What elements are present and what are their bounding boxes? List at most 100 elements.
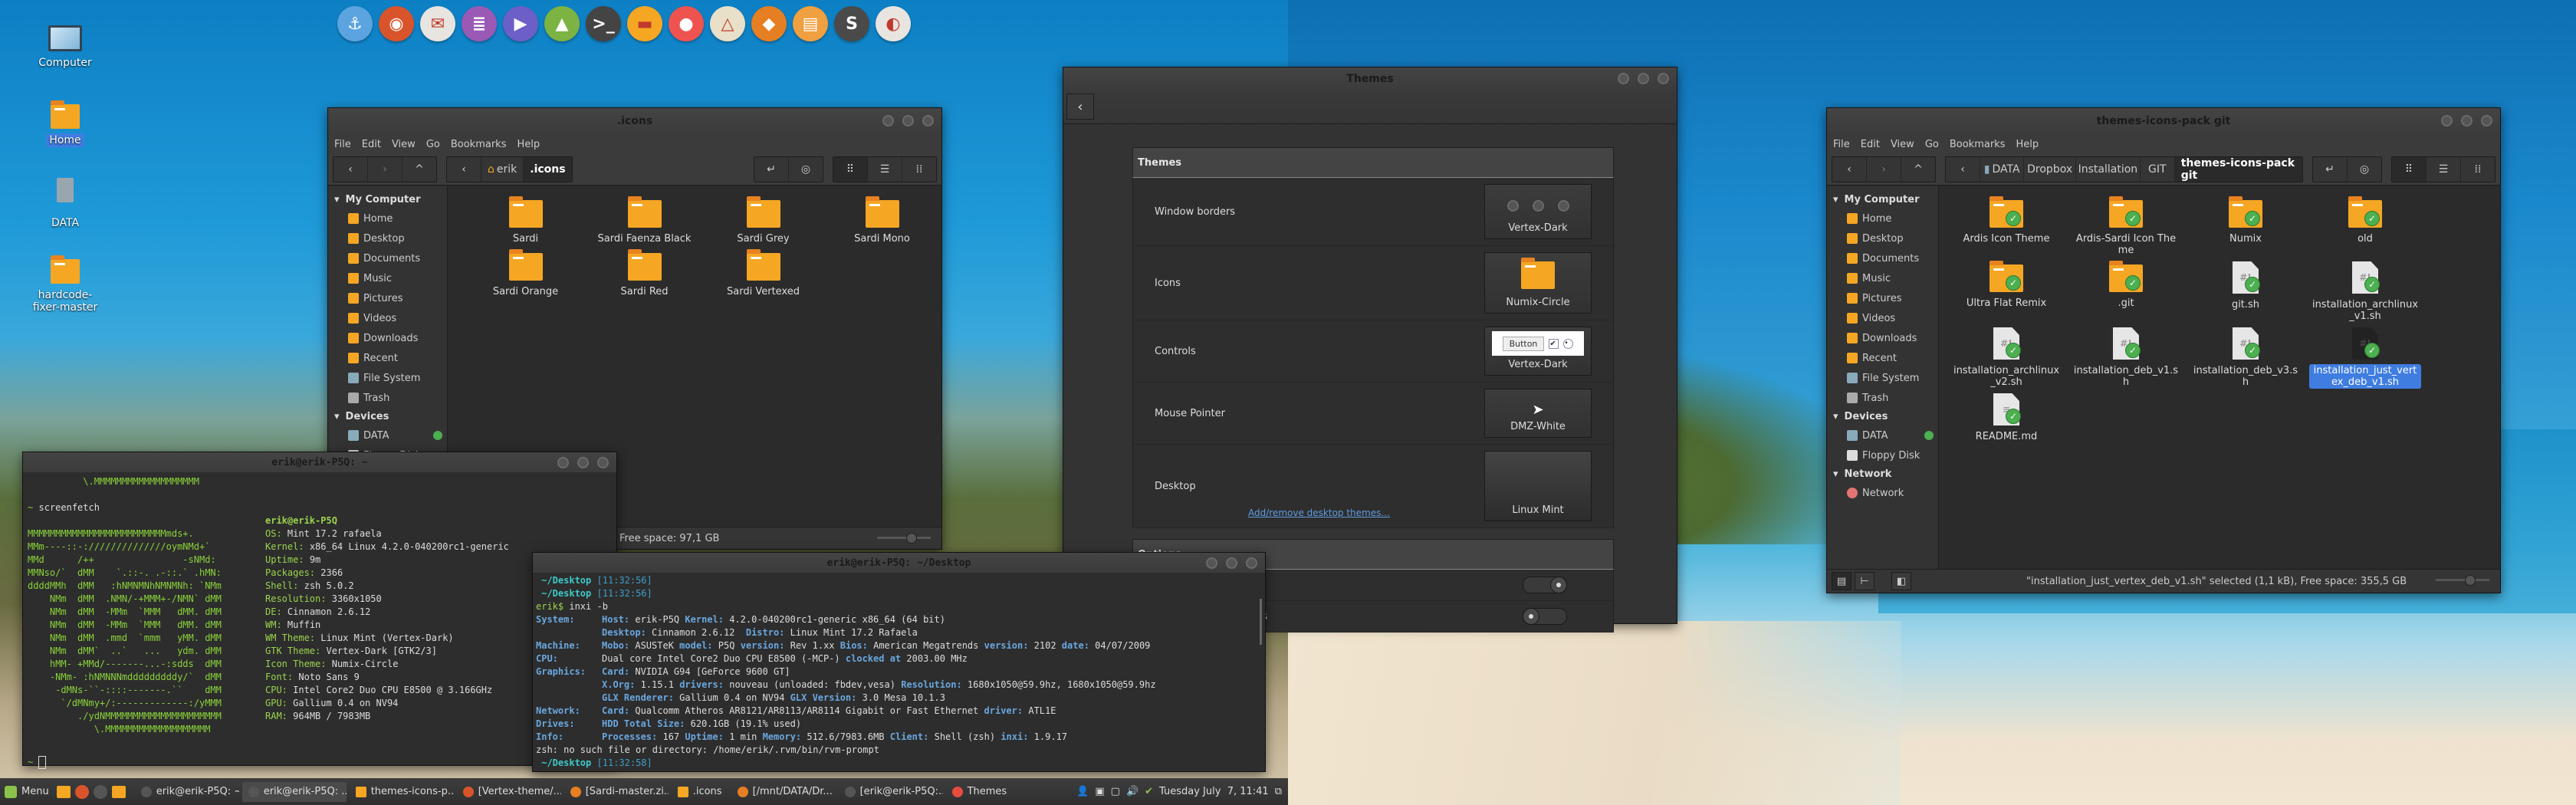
sidebar-item-data[interactable]: DATA <box>1827 426 1938 445</box>
menu-edit[interactable]: Edit <box>362 139 381 150</box>
dock-media-player[interactable]: ▶ <box>503 6 538 41</box>
file-item[interactable]: #! ✓ installation_deb_v3.sh <box>2186 327 2305 389</box>
scrollbar[interactable] <box>1260 599 1262 645</box>
file-item[interactable]: ✓ Ardis Icon Theme <box>1947 196 2066 257</box>
maximize-button[interactable] <box>902 115 914 127</box>
breadcrumb-scroll-left[interactable]: ‹ <box>1946 157 1980 182</box>
maximize-button[interactable] <box>577 457 589 468</box>
file-item[interactable]: Sardi Orange <box>466 249 585 298</box>
sidebar-section-my-computer[interactable]: ▾ My Computer <box>328 191 447 209</box>
dock-settings-toggle[interactable]: ◐ <box>876 6 911 41</box>
menu-file[interactable]: File <box>1833 139 1850 150</box>
sidebar-item-desktop[interactable]: Desktop <box>328 228 447 248</box>
list-view-button[interactable]: ☰ <box>868 157 902 182</box>
menu-button[interactable]: Menu <box>0 785 57 798</box>
minimize-button[interactable] <box>2441 115 2453 127</box>
compact-view-button[interactable]: ⁞⁞ <box>902 157 936 182</box>
breadcrumb-git[interactable]: GIT <box>2141 157 2175 182</box>
show-desktop-launcher[interactable] <box>56 785 71 798</box>
icon-view-button[interactable]: ⠿ <box>833 157 868 182</box>
update-shield-icon[interactable]: ✔ <box>1145 786 1153 797</box>
desktop-icon-computer[interactable]: Computer <box>19 19 111 70</box>
show-icons-in-menus-toggle[interactable] <box>1523 577 1567 593</box>
window-titlebar[interactable]: erik@erik-P5Q: ~ <box>23 452 616 472</box>
sidebar-item-trash[interactable]: Trash <box>1827 388 1938 408</box>
sidebar-item-documents[interactable]: Documents <box>328 248 447 268</box>
zoom-slider[interactable] <box>877 533 931 544</box>
file-item[interactable]: Sardi Red <box>585 249 704 298</box>
taskbar-window-button[interactable]: [/mnt/DATA/Dr... <box>731 782 836 802</box>
desktop-icon-data[interactable]: DATA <box>19 175 111 230</box>
terminal-launcher[interactable] <box>93 784 107 799</box>
sidebar-item-downloads[interactable]: Downloads <box>328 328 447 348</box>
breadcrumb-themes-icons-pack-git[interactable]: themes-icons-pack git <box>2174 157 2302 182</box>
menu-file[interactable]: File <box>334 139 351 150</box>
breadcrumb-installation[interactable]: Installation <box>2076 157 2141 182</box>
sidebar-section-network[interactable]: ▾ Network <box>1827 465 1938 483</box>
taskbar-window-button[interactable]: [erik@erik-P5Q:... <box>839 782 943 802</box>
file-item[interactable]: ✓ .git <box>2066 261 2186 323</box>
toggle-location-entry-button[interactable]: ↵ <box>2313 157 2348 182</box>
file-item[interactable]: ✓ old <box>2305 196 2425 257</box>
close-button[interactable] <box>1246 557 1257 569</box>
maximize-button[interactable] <box>1226 557 1237 569</box>
minimize-button[interactable] <box>1618 73 1629 84</box>
show-icons-on-buttons-toggle[interactable] <box>1523 608 1567 625</box>
breadcrumb-dropbox[interactable]: Dropbox <box>2024 157 2077 182</box>
window-titlebar[interactable]: Themes <box>1063 67 1677 90</box>
breadcrumb-data[interactable]: ▮ DATA <box>1980 157 2025 182</box>
sidebar-item-downloads[interactable]: Downloads <box>1827 328 1938 348</box>
compact-view-button[interactable]: ⁞⁞ <box>2461 157 2495 182</box>
close-button[interactable] <box>597 457 609 468</box>
workspace-switcher-icon[interactable]: ⧉ <box>1275 786 1282 797</box>
add-remove-desktop-themes-link[interactable]: Add/remove desktop themes... <box>1248 508 1390 518</box>
dock-firefox[interactable]: ◉ <box>379 6 414 41</box>
file-item[interactable]: #! ✓ installation_archlinux_v1.sh <box>2305 261 2425 323</box>
file-item[interactable]: #! ✓ git.sh <box>2186 261 2305 323</box>
back-button[interactable]: ‹ <box>1832 157 1867 182</box>
eject-icon[interactable] <box>433 431 442 440</box>
sidebar-item-pictures[interactable]: Pictures <box>1827 288 1938 308</box>
up-button[interactable]: ^ <box>1901 157 1935 182</box>
sidebar-item-file-system[interactable]: File System <box>328 368 447 388</box>
desktop-icon-home[interactable]: Home <box>19 98 111 147</box>
menu-view[interactable]: View <box>392 139 416 150</box>
close-button[interactable] <box>1658 73 1669 84</box>
dock-text-editor[interactable]: ≣ <box>462 6 497 41</box>
breadcrumb-icons[interactable]: .icons <box>524 157 572 182</box>
desktop-picker[interactable]: Linux Mint <box>1484 451 1592 521</box>
taskbar-window-button[interactable]: themes-icons-p... <box>350 782 454 802</box>
eject-icon[interactable] <box>1924 431 1934 440</box>
files-launcher[interactable] <box>111 785 126 798</box>
places-button[interactable]: ▤ <box>1832 572 1852 590</box>
dock-anchor[interactable]: ⚓ <box>337 6 373 41</box>
dock-sublime[interactable]: S <box>834 6 869 41</box>
dock-mail[interactable]: ✉ <box>420 6 455 41</box>
menu-help[interactable]: Help <box>2016 139 2039 150</box>
sidebar-section-my-computer[interactable]: ▾ My Computer <box>1827 191 1938 209</box>
menu-bookmarks[interactable]: Bookmarks <box>1950 139 2006 150</box>
file-item[interactable]: Sardi Mono <box>823 196 941 245</box>
dock-camera[interactable]: ● <box>669 6 704 41</box>
file-item[interactable]: ✓ Numix <box>2186 196 2305 257</box>
icons-picker[interactable]: Numix-Circle <box>1484 252 1592 314</box>
dock-archive[interactable]: ▤ <box>793 6 828 41</box>
dock-inkscape[interactable]: △ <box>710 6 745 41</box>
controls-picker[interactable]: Button ✔ • Vertex-Dark <box>1484 327 1592 376</box>
sidebar-item-data[interactable]: DATA <box>328 426 447 445</box>
menu-help[interactable]: Help <box>517 139 540 150</box>
locate-icon[interactable]: ◎ <box>2348 157 2381 182</box>
dock-gimp[interactable]: ◆ <box>751 6 787 41</box>
minimize-button[interactable] <box>557 457 569 468</box>
desktop-icon-hardcode-fixer[interactable]: hardcode-fixer-master <box>19 253 111 314</box>
taskbar-window-button[interactable]: [Vertex-theme/... <box>457 782 561 802</box>
sidebar-item-videos[interactable]: Videos <box>328 308 447 328</box>
icon-view-button[interactable]: ⠿ <box>2392 157 2426 182</box>
sidebar-item-music[interactable]: Music <box>328 268 447 288</box>
file-item[interactable]: #! ✓ installation_just_vertex_deb_v1.sh <box>2305 327 2425 389</box>
sidebar-item-documents[interactable]: Documents <box>1827 248 1938 268</box>
window-titlebar[interactable]: .icons <box>328 108 941 134</box>
sidebar-item-trash[interactable]: Trash <box>328 388 447 408</box>
file-item[interactable]: ≡ ✓ README.md <box>1947 393 2066 443</box>
forward-button[interactable]: › <box>368 157 402 182</box>
